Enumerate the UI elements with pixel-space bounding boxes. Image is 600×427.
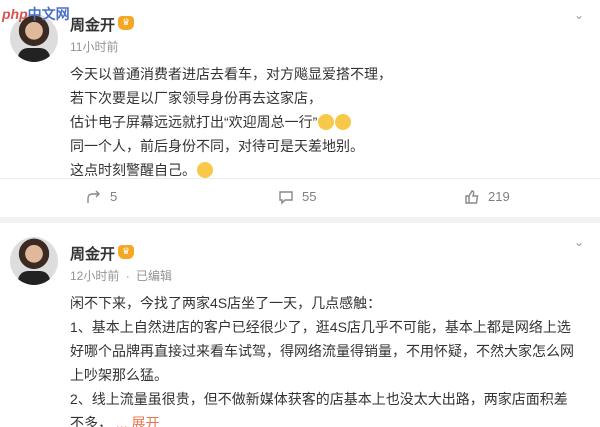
like-icon: [465, 190, 479, 204]
share-button[interactable]: 5: [86, 179, 117, 215]
post-line: 好哪个品牌再直接过来看车试驾，得网络流量得销量，不用怀疑，不然大家怎么网: [70, 343, 574, 359]
post-meta: 12小时前 · 已编辑: [70, 269, 173, 283]
action-bar: 5 55 219: [0, 178, 600, 214]
post-line: 估计电子屏幕远远就打出“欢迎周总一行”: [70, 110, 582, 134]
post-line: 1、基本上自然进店的客户已经很少了，逛4S店几乎不可能，基本上都是网络上选: [70, 319, 571, 335]
share-icon: [87, 190, 100, 203]
post-line: 上吵架那么猛。: [70, 367, 168, 383]
post-card: 周金开 ♛ 11小时前 ⌄ 今天以普通消费者进店去看车，对方飚显爱搭不理， 若下…: [0, 0, 600, 217]
smirk-emoji-icon: [197, 162, 213, 178]
post-content: 闲不下来，今找了两家4S店坐了一天，几点感触： 1、基本上自然进店的客户已经很少…: [70, 291, 582, 427]
post-time[interactable]: 12小时前: [70, 269, 119, 283]
post-line: 同一个人，前后身份不同，对待可是天差地别。: [70, 138, 364, 154]
post-card: 周金开 ♛ 12小时前 · 已编辑 ⌄ 闲不下来，今找了两家4S店坐了一天，几点…: [0, 223, 600, 427]
comment-button[interactable]: 55: [278, 179, 316, 215]
laughing-emoji-icon: [318, 114, 335, 130]
chevron-down-icon[interactable]: ⌄: [572, 8, 586, 22]
site-watermark: php中文网: [2, 6, 70, 22]
avatar[interactable]: [10, 237, 58, 285]
comment-icon: [279, 191, 293, 205]
post-line: 不多， ... 展开: [70, 411, 582, 427]
edited-label[interactable]: 已编辑: [136, 269, 172, 283]
vip-badge-icon: ♛: [118, 16, 134, 30]
author-name[interactable]: 周金开: [70, 243, 115, 264]
author-name[interactable]: 周金开: [70, 14, 115, 35]
post-line: 闲不下来，今找了两家4S店坐了一天，几点感触：: [70, 295, 382, 311]
post-line: 2、线上流量虽很贵，但不做新媒体获客的店基本上也没太大出路，两家店面积差: [70, 391, 568, 407]
like-button[interactable]: 219: [464, 179, 510, 215]
post-time[interactable]: 11小时前: [70, 38, 118, 55]
laughing-emoji-icon: [335, 114, 352, 130]
vip-badge-icon: ♛: [118, 245, 134, 259]
weibo-feed: php中文网 周金开 ♛ 11小时前 ⌄ 今天以普通消费者进店去看车，对方飚显爱…: [0, 0, 600, 427]
chevron-down-icon[interactable]: ⌄: [572, 235, 586, 249]
expand-link[interactable]: ... 展开: [116, 415, 160, 427]
post-line: 今天以普通消费者进店去看车，对方飚显爱搭不理，: [70, 66, 392, 82]
post-line: 若下次要是以厂家领导身份再去这家店，: [70, 90, 322, 106]
post-content: 今天以普通消费者进店去看车，对方飚显爱搭不理， 若下次要是以厂家领导身份再去这家…: [70, 62, 582, 182]
